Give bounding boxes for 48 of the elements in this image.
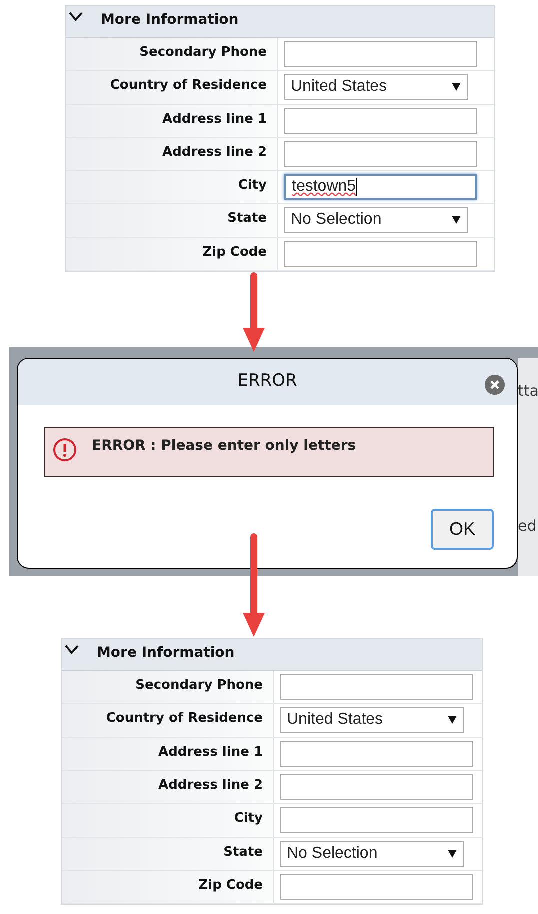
dropdown[interactable]: United States (280, 707, 464, 734)
dialog-title: ERROR (238, 370, 298, 394)
alert-icon (53, 438, 77, 462)
caret-icon (448, 850, 457, 858)
field-label: Address line 1 (162, 110, 267, 129)
field-label: Country of Residence (110, 77, 267, 96)
field-label: State (224, 844, 263, 862)
background-text: tta (518, 381, 538, 402)
section-title: More Information (101, 11, 239, 30)
section-title: More Information (97, 644, 235, 664)
input-field[interactable]: testown5 (284, 174, 477, 200)
ok-button[interactable]: OK (431, 509, 494, 550)
section-header[interactable]: More Information (62, 639, 482, 672)
input-field[interactable] (280, 874, 473, 900)
field-label: Address line 2 (162, 144, 267, 162)
input-field[interactable] (284, 240, 477, 267)
input-field[interactable] (280, 740, 473, 767)
dropdown[interactable]: No Selection (280, 840, 464, 867)
field-label: State (228, 210, 267, 228)
caret-icon (452, 83, 461, 92)
dropdown[interactable]: United States (284, 74, 468, 100)
input-field[interactable] (280, 807, 473, 834)
error-message: ERROR : Please enter only letters (92, 437, 356, 456)
chevron-icon (69, 12, 83, 22)
arrow-icon (242, 533, 266, 637)
field-label: City (234, 810, 263, 828)
text-cursor (356, 178, 358, 196)
field-label: Secondary Phone (140, 44, 267, 62)
field-label: Address line 2 (158, 776, 263, 795)
close-icon[interactable] (485, 375, 505, 396)
input-field[interactable] (284, 140, 477, 167)
input-field[interactable] (280, 774, 473, 800)
field-label: Zip Code (198, 876, 263, 895)
section-header[interactable]: More Information (66, 6, 494, 38)
arrow-icon (242, 272, 266, 352)
background-text: ed (518, 516, 537, 537)
field-label: Country of Residence (106, 710, 263, 728)
field-label: Address line 1 (158, 744, 263, 762)
dropdown[interactable]: No Selection (284, 207, 468, 234)
caret-icon (452, 216, 461, 224)
field-label: Zip Code (202, 244, 267, 262)
chevron-icon (65, 645, 79, 656)
input-field[interactable] (284, 108, 477, 134)
input-field[interactable] (284, 41, 477, 67)
caret-icon (448, 716, 457, 724)
input-field[interactable] (280, 674, 473, 700)
field-label: City (238, 177, 267, 196)
field-label: Secondary Phone (136, 677, 263, 696)
